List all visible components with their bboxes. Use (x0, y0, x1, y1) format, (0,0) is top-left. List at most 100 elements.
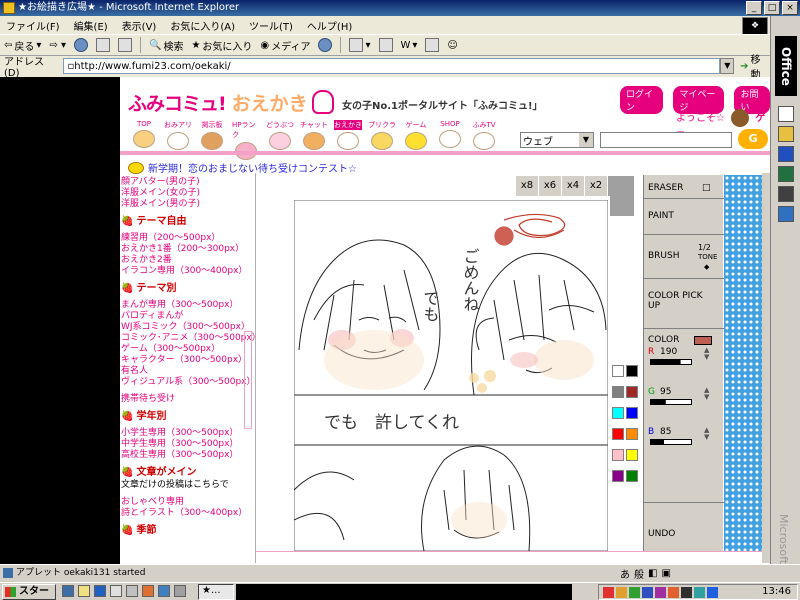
sidebar-link[interactable]: 中学生専用（300〜500px） (121, 439, 255, 450)
app3-quicklaunch-icon[interactable] (174, 585, 186, 597)
close-button[interactable]: × (782, 1, 798, 15)
sidebar-link[interactable]: 詩とイラスト（300〜400px） (121, 508, 255, 519)
media-quicklaunch-icon[interactable] (110, 585, 122, 597)
eraser-checkbox[interactable]: □ (702, 183, 711, 193)
menu-tools[interactable]: ツール(T) (249, 18, 293, 33)
tray-icon[interactable] (642, 586, 653, 598)
back-button[interactable]: ⇦ 戻る ▾ (4, 38, 41, 53)
color-swatch-blue[interactable] (626, 407, 638, 419)
sidebar-link[interactable]: おえかき2番 (121, 255, 255, 266)
sidebar-link[interactable]: ゲーム（300〜500px） (121, 344, 255, 355)
brush-size-label[interactable]: 1/2 (698, 243, 711, 252)
app-quicklaunch-icon[interactable] (142, 585, 154, 597)
sidebar-link[interactable]: 練習用（200〜500px） (121, 233, 255, 244)
desktop-quicklaunch-icon[interactable] (126, 585, 138, 597)
sidebar-link[interactable]: WJ系コミック（300〜500px） (121, 322, 255, 333)
site-search-input[interactable] (600, 132, 732, 148)
sidebar-link[interactable]: パロディまんが (121, 311, 255, 322)
brush-tool[interactable]: BRUSH 1/2 TONE ◆ (644, 235, 724, 279)
tone-label[interactable]: TONE (698, 253, 717, 261)
sidebar-link[interactable]: 顔アバター(男の子) (121, 177, 255, 188)
volume-icon[interactable] (707, 586, 718, 598)
red-spin-icon[interactable]: ▲ ▼ (704, 347, 709, 361)
address-input[interactable]: ▫ http://www.fumi23.com/oekaki/ (62, 58, 721, 74)
sidebar-link[interactable]: 洋服メイン(女の子) (121, 188, 255, 199)
maximize-button[interactable]: □ (764, 1, 780, 15)
color-swatch-cyan[interactable] (612, 407, 624, 419)
color-swatch-green[interactable] (626, 470, 638, 482)
messenger-button[interactable]: ☺ (447, 40, 457, 51)
applet-vertical-scrollbar[interactable] (762, 173, 770, 563)
app-icon[interactable] (778, 186, 794, 202)
zoom-x8-button[interactable]: x8 (516, 176, 539, 196)
app2-quicklaunch-icon[interactable] (158, 585, 170, 597)
blue-spin-icon[interactable]: ▲ ▼ (704, 427, 709, 441)
color-swatch-darkred[interactable] (626, 386, 638, 398)
tray-icon[interactable] (655, 586, 666, 598)
blue-slider[interactable] (650, 439, 692, 445)
zoom-scroll[interactable] (610, 176, 634, 216)
edit-button[interactable]: W ▾ (401, 40, 418, 51)
sidebar-link[interactable]: 有名人 (121, 366, 255, 377)
home-button[interactable] (118, 38, 132, 52)
green-spin-icon[interactable]: ▲ ▼ (704, 387, 709, 401)
address-dropdown[interactable]: ▼ (720, 58, 735, 74)
tray-icon[interactable] (681, 586, 692, 598)
color-swatch-pink[interactable] (612, 449, 624, 461)
site-logo[interactable]: ふみコミュ! おえかき (128, 87, 334, 117)
ime-tools-icon[interactable]: ▣ (661, 568, 670, 579)
color-swatch-black[interactable] (626, 365, 638, 377)
refresh-button[interactable] (96, 38, 110, 52)
eraser-tool[interactable]: ERASER □ (644, 175, 724, 199)
color-swatch-red[interactable] (612, 428, 624, 440)
excel-app-icon[interactable] (778, 166, 794, 182)
login-link[interactable]: ログイン (620, 86, 664, 114)
zoom-x2-button[interactable]: x2 (585, 176, 608, 196)
media-button[interactable]: ◉ メディア (260, 38, 310, 53)
color-pick-tool[interactable]: COLOR PICK UP (644, 279, 724, 329)
stop-button[interactable] (74, 38, 88, 52)
sidebar-link[interactable]: 洋服メイン(男の子) (121, 199, 255, 210)
ie-quicklaunch-icon[interactable] (62, 585, 74, 597)
forward-button[interactable]: ⇨ ▾ (49, 40, 66, 51)
undo-button[interactable]: UNDO (644, 503, 724, 552)
start-button[interactable]: スタート (2, 584, 56, 600)
sidebar-link[interactable]: 高校生専用（300〜500px） (121, 450, 255, 461)
outlook-quicklaunch-icon[interactable] (94, 585, 106, 597)
tray-icon[interactable] (629, 586, 640, 598)
zoom-x4-button[interactable]: x4 (562, 176, 585, 196)
color-swatch-white[interactable] (612, 365, 624, 377)
ime-pad-icon[interactable]: ◧ (648, 568, 657, 579)
tray-icon[interactable] (694, 586, 705, 598)
sidebar-link[interactable]: イラコン専用（300〜400px） (121, 266, 255, 277)
paint-tool[interactable]: PAINT (644, 199, 724, 235)
tray-icon[interactable] (616, 586, 627, 598)
menu-favorites[interactable]: お気に入り(A) (170, 18, 235, 33)
menu-file[interactable]: ファイル(F) (6, 18, 60, 33)
menu-view[interactable]: 表示(V) (122, 18, 157, 33)
zoom-x6-button[interactable]: x6 (539, 176, 562, 196)
sidebar-link[interactable]: 小学生専用（300〜500px） (121, 428, 255, 439)
sidebar-link[interactable]: まんが専用（300〜500px） (121, 300, 255, 311)
color-swatch-yellow[interactable] (626, 449, 638, 461)
sidebar-link[interactable]: キャラクター（300〜500px） (121, 355, 255, 366)
sidebar-link[interactable]: ヴィジュアル系（300〜500px） (121, 377, 256, 388)
search-category-select[interactable]: ウェブ ▼ (520, 132, 594, 148)
folder-quicklaunch-icon[interactable] (78, 585, 90, 597)
ime-conv-icon[interactable]: 般 (634, 566, 644, 581)
applet-horizontal-scrollbar[interactable] (256, 551, 762, 561)
history-button[interactable] (318, 38, 333, 52)
search-button[interactable]: 🔍 検索 (149, 38, 183, 53)
favorites-button[interactable]: ★ お気に入り (191, 38, 252, 53)
task-button-redacted[interactable] (236, 584, 572, 600)
drawing-canvas[interactable]: でも ごめんね でも 許してくれ (294, 200, 608, 551)
tray-icon[interactable] (603, 586, 614, 598)
mail-button[interactable]: ▾ (349, 38, 371, 52)
sidebar-link[interactable]: おしゃべり専用 (121, 497, 255, 508)
ie-app-icon[interactable] (778, 206, 794, 222)
green-slider[interactable] (650, 399, 692, 405)
site-search-button[interactable]: G (738, 129, 768, 149)
folder-icon[interactable] (778, 126, 794, 142)
print-button[interactable] (378, 38, 393, 52)
sidebar-link[interactable]: コミック･アニメ（300〜500px） (121, 333, 261, 344)
